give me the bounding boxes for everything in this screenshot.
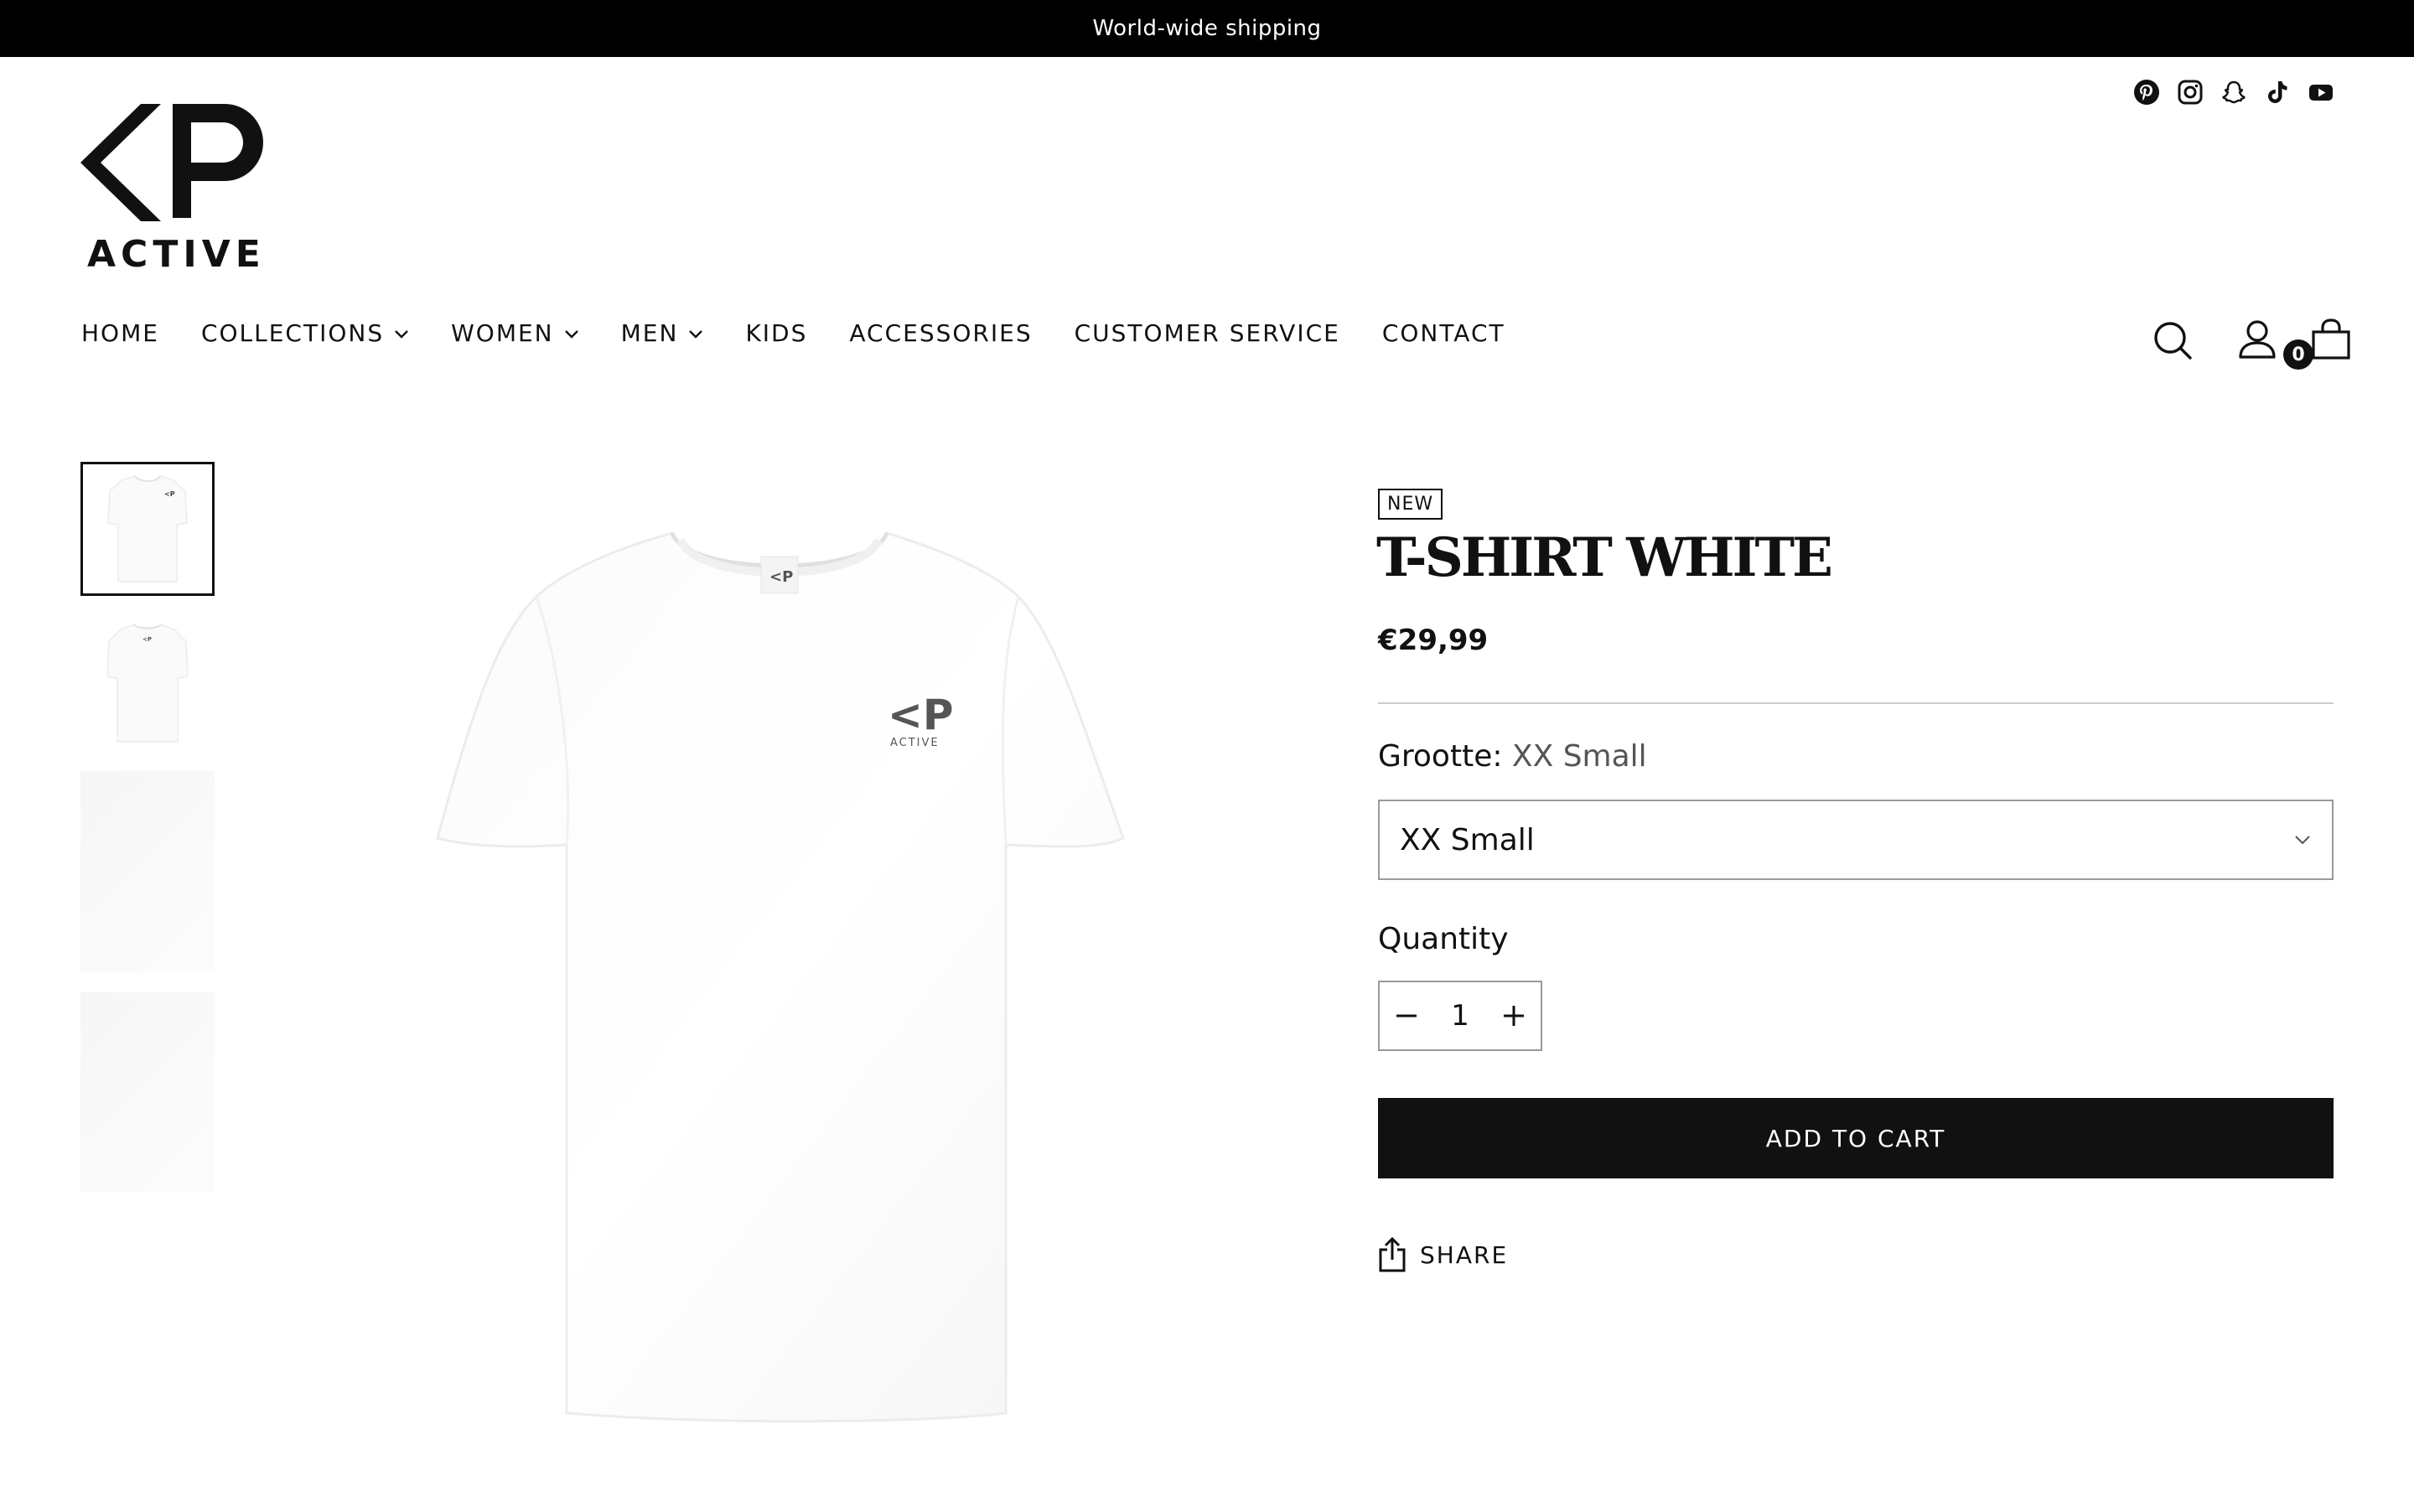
plus-icon[interactable]: [1499, 1001, 1529, 1031]
nav-item-collections[interactable]: COLLECTIONS: [201, 319, 409, 347]
nav-label: ACCESSORIES: [849, 319, 1033, 347]
account-icon[interactable]: [2236, 318, 2278, 360]
cart-bag-icon[interactable]: [2310, 318, 2352, 360]
thumbnail-tshirt-back: <P: [106, 624, 189, 743]
thumbnail-tshirt-front: <P: [107, 475, 188, 583]
nav-label: CONTACT: [1381, 319, 1505, 347]
logo-wordmark: ACTIVE: [87, 233, 266, 272]
nav-label: KIDS: [745, 319, 808, 347]
social-links: [2133, 79, 2334, 106]
instagram-icon[interactable]: [2177, 79, 2204, 106]
share-button[interactable]: SHARE: [1378, 1237, 1508, 1272]
size-selected-value: XX Small: [1511, 739, 1647, 774]
nav-item-kids[interactable]: KIDS: [745, 319, 807, 347]
svg-text:<P: <P: [769, 568, 793, 586]
nav-label: WOMEN: [451, 319, 554, 347]
svg-text:<P: <P: [888, 691, 954, 739]
nav-label: MEN: [620, 319, 679, 347]
share-icon: [1379, 1237, 1406, 1272]
new-badge: NEW: [1378, 489, 1443, 520]
nav-item-home[interactable]: HOME: [81, 319, 159, 347]
svg-text:ACTIVE: ACTIVE: [890, 737, 940, 749]
search-icon[interactable]: [2152, 320, 2194, 362]
tshirt-white-front-image: <P <P ACTIVE: [436, 531, 1125, 1423]
quantity-label: Quantity: [1378, 922, 1509, 956]
main-navigation: HOME COLLECTIONS WOMEN MEN KIDS ACCESSOR…: [81, 319, 1505, 347]
nav-item-accessories[interactable]: ACCESSORIES: [849, 319, 1032, 347]
size-select-value: XX Small: [1400, 822, 1535, 857]
thumbnail-back[interactable]: <P: [80, 616, 215, 750]
chevron-down-icon: [2295, 836, 2310, 845]
add-to-cart-button[interactable]: ADD TO CART: [1378, 1098, 2334, 1178]
share-label: SHARE: [1420, 1240, 1509, 1269]
nav-label: HOME: [81, 319, 159, 347]
nav-item-men[interactable]: MEN: [621, 319, 704, 347]
thumbnail-image-3[interactable]: [80, 771, 215, 972]
size-select[interactable]: XX Small: [1378, 800, 2334, 880]
announcement-text: World-wide shipping: [1092, 16, 1322, 41]
thumbnail-front[interactable]: <P: [80, 462, 215, 596]
cart-count-badge: 0: [2283, 339, 2313, 370]
pinterest-icon[interactable]: [2133, 79, 2160, 106]
nav-item-customer-service[interactable]: CUSTOMER SERVICE: [1075, 319, 1340, 347]
header-actions: [2146, 312, 2355, 370]
nav-label: COLLECTIONS: [200, 319, 385, 347]
logo-mark: ACTIVE: [80, 104, 266, 276]
quantity-stepper: 1: [1378, 981, 1542, 1051]
tiktok-icon[interactable]: [2264, 79, 2291, 106]
size-label-text: Grootte:: [1378, 739, 1503, 774]
kp-active-logo[interactable]: ACTIVE: [80, 104, 288, 276]
chevron-down-icon: [395, 329, 408, 339]
youtube-icon[interactable]: [2308, 79, 2334, 106]
thumbnail-image-4[interactable]: [80, 992, 215, 1192]
divider: [1378, 702, 2334, 704]
chevron-down-icon: [689, 329, 703, 339]
snapchat-icon[interactable]: [2220, 79, 2247, 106]
quantity-value[interactable]: 1: [1443, 999, 1477, 1033]
svg-text:<P: <P: [164, 490, 175, 498]
product-price: €29,99: [1378, 624, 1489, 657]
chevron-down-icon: [564, 329, 578, 339]
nav-item-contact[interactable]: CONTACT: [1382, 319, 1505, 347]
minus-icon[interactable]: [1391, 1001, 1422, 1031]
announcement-bar: World-wide shipping: [0, 0, 2414, 57]
svg-text:<P: <P: [142, 636, 152, 643]
product-main-image[interactable]: <P <P ACTIVE: [386, 469, 1173, 1509]
nav-item-women[interactable]: WOMEN: [451, 319, 579, 347]
nav-label: CUSTOMER SERVICE: [1074, 319, 1340, 347]
size-label: Grootte: XX Small: [1378, 739, 1647, 774]
product-title: T-SHIRT WHITE: [1376, 526, 1833, 589]
